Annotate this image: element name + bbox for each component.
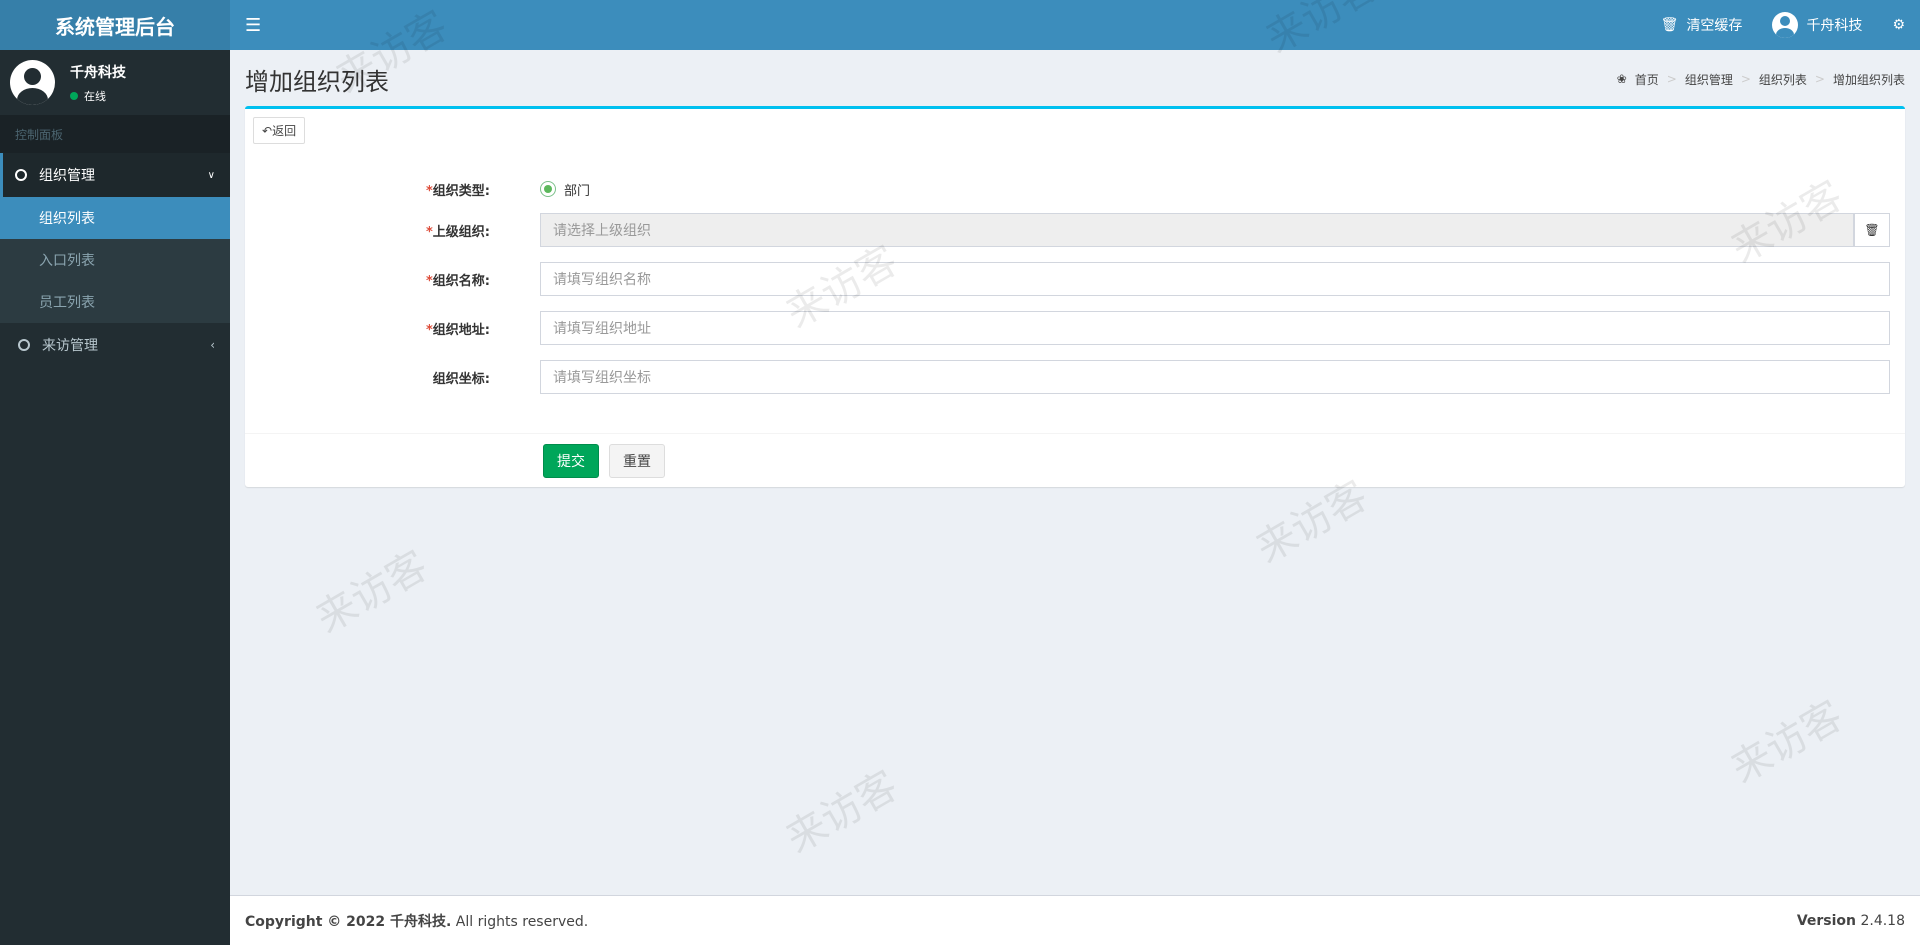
breadcrumb-separator: >	[1814, 72, 1825, 86]
parent-org-select[interactable]: 请选择上级组织	[540, 213, 1854, 247]
leaf-icon: ❀	[1616, 72, 1627, 86]
org-type-label: *组织类型:	[425, 183, 490, 199]
main-header: 系统管理后台 ☰ 🗑 清空缓存 千舟科技 ⚙	[0, 0, 1920, 50]
avatar	[1772, 12, 1799, 38]
sidebar-user-name: 千舟科技	[70, 64, 126, 81]
org-name-input[interactable]: 请填写组织名称	[540, 262, 1890, 296]
page-title: 增加组织列表	[245, 67, 389, 96]
parent-org-row: *上级组织: 请选择上级组织 🗑	[245, 213, 1905, 247]
content-header: 增加组织列表 ❀ 首页 > 组织管理 > 组织列表 > 增加组织列表	[230, 50, 1920, 108]
org-coords-label: 组织坐标:	[432, 371, 490, 387]
user-menu[interactable]: 千舟科技	[1772, 12, 1862, 38]
radio-option-label: 部门	[564, 183, 591, 199]
clear-cache-button[interactable]: 🗑 清空缓存	[1661, 15, 1743, 35]
org-name-label: *组织名称:	[425, 273, 490, 289]
org-address-row: *组织地址: 请填写组织地址	[245, 311, 1905, 345]
breadcrumb-separator: >	[1740, 72, 1751, 86]
back-button[interactable]: ↶ 返回	[253, 117, 306, 144]
back-label: 返回	[272, 124, 297, 138]
org-type-radio-group: 部门	[540, 180, 590, 199]
app-logo[interactable]: 系统管理后台	[0, 0, 230, 50]
content-wrapper: 增加组织列表 ❀ 首页 > 组织管理 > 组织列表 > 增加组织列表 ↶ 返回 …	[230, 50, 1920, 895]
navbar: ☰ 🗑 清空缓存 千舟科技 ⚙	[230, 0, 1920, 50]
form-footer: 提交 重置	[245, 433, 1905, 487]
user-status-label: 在线	[84, 89, 106, 103]
chevron-left-icon: ‹	[210, 338, 215, 352]
sidebar-item-label: 来访管理	[42, 338, 98, 354]
org-type-radio-department[interactable]	[540, 181, 556, 197]
circle-icon	[18, 339, 30, 351]
sidebar-item-entry-list[interactable]: 入口列表	[0, 239, 230, 281]
org-address-label: *组织地址:	[425, 322, 490, 338]
breadcrumb-org-management[interactable]: 组织管理	[1685, 71, 1733, 88]
clear-cache-label: 清空缓存	[1686, 18, 1743, 34]
version-info: Version 2.4.18	[1796, 912, 1905, 929]
breadcrumb-home[interactable]: 首页	[1635, 71, 1659, 88]
org-coords-input[interactable]: 请填写组织坐标	[540, 360, 1890, 394]
breadcrumb-current: 增加组织列表	[1832, 72, 1905, 87]
trash-icon: 🗑	[1864, 223, 1880, 237]
submit-button[interactable]: 提交	[543, 444, 599, 478]
org-submenu: 组织列表 入口列表 员工列表	[0, 197, 230, 323]
circle-icon	[15, 169, 27, 181]
reset-button[interactable]: 重置	[609, 444, 665, 478]
org-name-row: *组织名称: 请填写组织名称	[245, 262, 1905, 296]
user-name: 千舟科技	[1806, 18, 1863, 34]
sidebar-toggle-icon[interactable]: ☰	[245, 15, 265, 36]
main-sidebar: 千舟科技 在线 控制面板 组织管理 ∨ 组织列表 入口列表 员工列表 来访管理 …	[0, 50, 230, 945]
main-footer: Copyright © 2022 千舟科技. All rights reserv…	[230, 895, 1920, 945]
user-panel: 千舟科技 在线	[0, 50, 230, 115]
org-address-input[interactable]: 请填写组织地址	[540, 311, 1890, 345]
breadcrumb-org-list[interactable]: 组织列表	[1759, 71, 1807, 88]
org-coords-row: 组织坐标: 请填写组织坐标	[245, 360, 1905, 394]
org-type-row: *组织类型: 部门	[245, 179, 1905, 199]
breadcrumb-separator: >	[1666, 72, 1677, 86]
sidebar-avatar	[10, 60, 55, 105]
breadcrumb: ❀ 首页 > 组织管理 > 组织列表 > 增加组织列表	[1617, 71, 1905, 88]
sidebar-item-visitor-management[interactable]: 来访管理 ‹	[0, 323, 230, 367]
sidebar-header: 控制面板	[0, 115, 230, 153]
gears-icon[interactable]: ⚙	[1892, 17, 1905, 33]
parent-org-label: *上级组织:	[425, 224, 490, 240]
copyright: Copyright © 2022 千舟科技. All rights reserv…	[245, 913, 589, 930]
reply-icon: ↶	[262, 123, 273, 138]
user-status: 在线	[70, 88, 126, 104]
clear-parent-button[interactable]: 🗑	[1854, 213, 1890, 247]
sidebar-item-label: 组织管理	[39, 168, 95, 184]
trash-icon: 🗑	[1660, 17, 1679, 33]
sidebar-item-org-management[interactable]: 组织管理 ∨	[0, 153, 230, 197]
online-dot-icon	[70, 91, 78, 100]
sidebar-item-staff-list[interactable]: 员工列表	[0, 281, 230, 323]
form-box: ↶ 返回 *组织类型: 部门 *上级组织: 请选择上级组织 🗑 *组织名称: 请…	[245, 106, 1905, 487]
chevron-down-icon: ∨	[207, 169, 215, 181]
sidebar-item-org-list[interactable]: 组织列表	[0, 197, 230, 239]
